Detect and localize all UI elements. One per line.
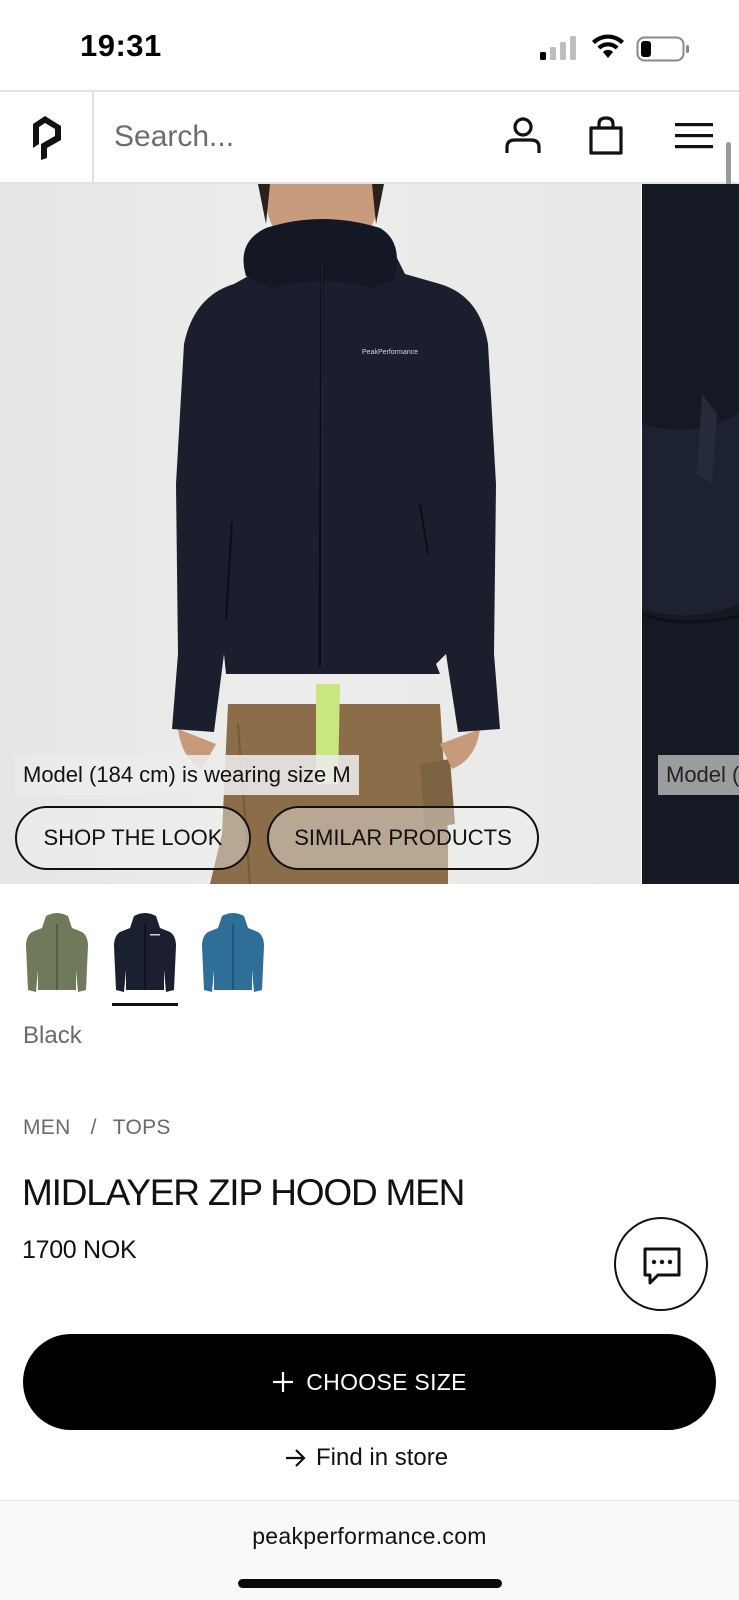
product-title: MIDLAYER ZIP HOOD MEN [22,1172,465,1213]
product-image-main[interactable]: PeakPerformance Model (184 cm) is wearin… [0,184,641,884]
site-header [0,90,739,184]
color-swatch-black[interactable] [112,912,178,994]
cellular-signal-icon [540,36,576,60]
page-scrollbar[interactable] [726,142,731,186]
find-in-store-label: Find in store [316,1444,449,1471]
peak-performance-logo-icon [33,116,61,160]
product-price: 1700 NOK [22,1236,137,1264]
jacket-thumbnail-blue [202,913,264,992]
wifi-icon [592,34,624,58]
model-size-caption-next: Model ( [658,755,739,795]
home-indicator [238,1579,502,1588]
chat-icon [643,1247,681,1285]
plus-icon [273,1371,294,1392]
browser-url[interactable]: peakperformance.com [0,1523,739,1550]
selected-color-label: Black [23,1022,82,1049]
svg-text:PeakPerformance: PeakPerformance [362,349,418,356]
choose-size-label: CHOOSE SIZE [306,1368,467,1395]
selected-swatch-indicator [112,1003,178,1006]
jacket-thumbnail-green [26,913,88,992]
product-image-next[interactable]: Model ( [642,184,739,884]
logo-link[interactable] [0,92,94,182]
breadcrumb-men[interactable]: MEN [23,1116,71,1139]
shop-the-look-button[interactable]: SHOP THE LOOK [15,806,251,870]
battery-icon [636,36,689,62]
chat-button[interactable] [614,1217,708,1311]
find-in-store-link[interactable]: Find in store [284,1440,448,1476]
choose-size-button[interactable]: CHOOSE SIZE [23,1334,716,1430]
hamburger-menu-icon[interactable] [673,116,715,156]
search-input[interactable] [114,114,474,160]
status-bar: 19:31 [0,0,739,90]
shopping-bag-icon[interactable] [586,116,626,156]
model-size-caption: Model (184 cm) is wearing size M [15,755,359,795]
status-time: 19:31 [80,28,162,63]
similar-products-button[interactable]: SIMILAR PRODUCTS [267,806,539,870]
browser-address-bar[interactable]: peakperformance.com [0,1500,739,1600]
breadcrumb-separator: / [90,1116,97,1139]
breadcrumb-tops[interactable]: TOPS [113,1116,171,1139]
arrow-right-icon [286,1449,306,1467]
account-icon[interactable] [503,116,543,156]
breadcrumb: MEN / TOPS [23,1116,171,1140]
color-swatch-green[interactable] [24,912,90,994]
product-gallery[interactable]: PeakPerformance Model (184 cm) is wearin… [0,184,739,884]
color-swatch-blue[interactable] [200,912,266,994]
jacket-thumbnail-black [114,913,176,992]
